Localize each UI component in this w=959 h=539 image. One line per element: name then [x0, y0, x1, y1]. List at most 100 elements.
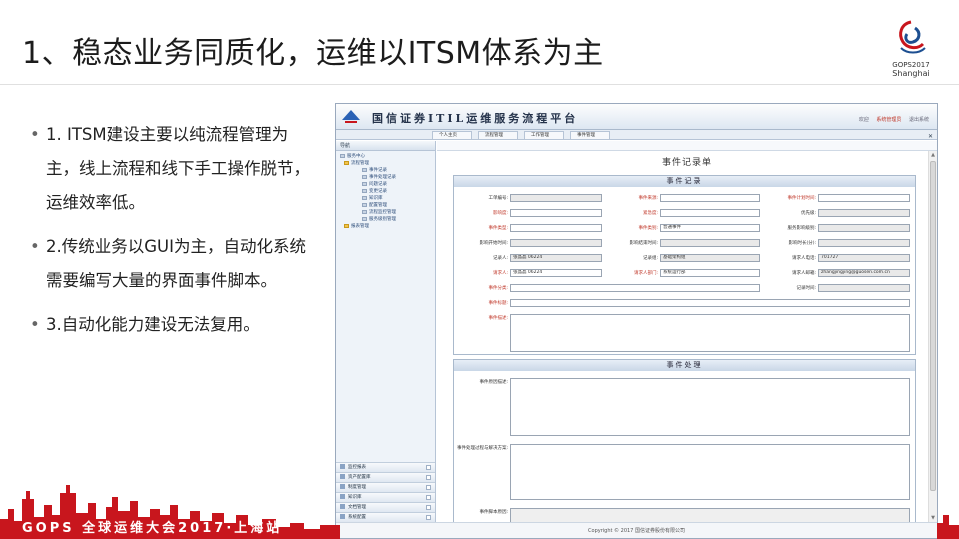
input-impact-end[interactable]	[660, 239, 760, 247]
side-menu-item[interactable]: 资产配置库	[336, 472, 435, 482]
sidebar-header: 导航	[336, 141, 435, 151]
label-classify: 事件分类:	[488, 286, 508, 291]
logout-link[interactable]: 退出系统	[909, 117, 929, 123]
gops-logo-icon	[899, 20, 926, 54]
tree-item[interactable]: 事件记录	[340, 167, 431, 174]
label-event-source: 事件来源:	[638, 196, 658, 201]
input-plan-time[interactable]	[818, 194, 910, 202]
bullet-text: 2.传统业务以GUI为主，自动化系统需要编写大量的界面事件脚本。	[46, 237, 306, 290]
label-impact: 影响度:	[492, 211, 508, 216]
input-event-title[interactable]	[510, 299, 910, 307]
input-urgency[interactable]	[660, 209, 760, 217]
textarea-solution[interactable]	[510, 444, 910, 500]
logo-text-year: GOPS2017	[892, 61, 930, 69]
tree-item[interactable]: 流程监控管理	[340, 209, 431, 216]
tree-item[interactable]: 流程管理	[340, 160, 431, 167]
bullet-text: 3.自动化能力建设无法复用。	[46, 315, 260, 334]
tree-item[interactable]: 知识库	[340, 195, 431, 202]
tree-item[interactable]: 服务级别管理	[340, 216, 431, 223]
side-menu-item[interactable]: 制度管理	[336, 482, 435, 492]
input-record-time[interactable]	[818, 284, 910, 292]
input-impact[interactable]	[510, 209, 602, 217]
side-menu-item[interactable]: 知识库	[336, 492, 435, 502]
label-root-cause: 事件原因描述:	[479, 380, 508, 385]
tab-work[interactable]: 工作管理	[524, 131, 564, 139]
tree-item[interactable]: 问题记录	[340, 181, 431, 188]
tab-process[interactable]: 流程管理	[478, 131, 518, 139]
input-priority[interactable]	[818, 209, 910, 217]
input-event-type[interactable]: 普通事件	[660, 224, 760, 232]
textarea-event-desc[interactable]	[510, 314, 910, 352]
gops-logo: GOPS2017 Shanghai	[880, 18, 942, 78]
tree-item[interactable]: 配置管理	[340, 202, 431, 209]
expand-icon	[426, 485, 431, 490]
scrollbar[interactable]: ▲ ▼	[928, 151, 937, 522]
label-req-dept: 请求人部门:	[633, 271, 658, 276]
input-impact-dur[interactable]	[818, 239, 910, 247]
input-impact-start[interactable]	[510, 239, 602, 247]
module-icon	[340, 484, 345, 489]
label-plan-time: 事件计划时间:	[787, 196, 816, 201]
scroll-up-icon[interactable]: ▲	[929, 151, 937, 159]
close-icon[interactable]: ✕	[928, 133, 933, 140]
input-req-mail[interactable]: zhangjingjing@guosen.com.cn	[818, 269, 910, 277]
scroll-thumb[interactable]	[930, 161, 936, 491]
expand-icon	[426, 465, 431, 470]
label-event-no: 工单编号:	[488, 196, 508, 201]
input-service[interactable]	[818, 224, 910, 232]
page-icon	[362, 216, 367, 221]
section-handle: 事件处理 事件原因描述: 事件处理过程与解决方案: 事件脚本原因:	[453, 359, 916, 529]
input-category[interactable]	[510, 224, 602, 232]
module-icon	[340, 514, 345, 519]
module-icon	[340, 474, 345, 479]
expand-icon	[426, 515, 431, 520]
tree-item[interactable]: 事件处理记录	[340, 174, 431, 181]
expand-icon	[426, 475, 431, 480]
input-group[interactable]: 基础架构组	[660, 254, 760, 262]
module-icon	[340, 464, 345, 469]
label-impact-start: 影响开始时间:	[479, 241, 508, 246]
input-event-no[interactable]	[510, 194, 602, 202]
label-solution: 事件处理过程与解决方案:	[456, 446, 508, 451]
bullet-item: • 2.传统业务以GUI为主，自动化系统需要编写大量的界面事件脚本。	[30, 230, 320, 298]
page-icon	[362, 188, 367, 193]
section-record: 事件记录 工单编号: 事件来源: 事件计划时间: 影响度: 紧急度: 优先级: …	[453, 175, 916, 355]
sidebar-bottom-menu: 监控报表 资产配置库 制度管理 知识库 文档管理 系统配置	[336, 462, 435, 522]
label-script: 事件脚本原因:	[479, 510, 508, 515]
label-priority: 优先级:	[800, 211, 816, 216]
page-icon	[362, 174, 367, 179]
form-title: 事件记录单	[661, 158, 712, 168]
app-user-info: 欢迎 系统管理员 退出系统	[853, 116, 929, 123]
app-body: 导航 服务中心 流程管理 事件记录 事件处理记录 问题记录 变更记录 知识库 配…	[336, 133, 937, 538]
tab-home[interactable]: 个人主页	[432, 131, 472, 139]
input-requester[interactable]: 张晶晶 06224	[510, 269, 602, 277]
folder-icon	[344, 160, 349, 165]
city-skyline-right-icon	[937, 515, 959, 539]
side-menu-item[interactable]: 文档管理	[336, 502, 435, 512]
tree-item[interactable]: 变更记录	[340, 188, 431, 195]
label-req-phone: 请求人电话:	[791, 256, 816, 261]
input-event-source[interactable]	[660, 194, 760, 202]
label-category: 事件类型:	[488, 226, 508, 231]
module-icon	[340, 494, 345, 499]
side-menu-item[interactable]: 系统配置	[336, 512, 435, 522]
label-impact-end: 影响结束时间:	[629, 241, 658, 246]
expand-icon	[426, 505, 431, 510]
page-icon	[362, 195, 367, 200]
section-handle-header: 事件处理	[454, 360, 915, 371]
main-toolbar	[437, 141, 937, 151]
expand-icon	[426, 495, 431, 500]
page-icon	[362, 209, 367, 214]
tree-item[interactable]: 服务中心	[340, 153, 431, 160]
tree-item[interactable]: 报表管理	[340, 223, 431, 230]
label-event-desc: 事件描述:	[488, 316, 508, 321]
input-req-dept[interactable]: 系统运行部	[660, 269, 760, 277]
tab-incident[interactable]: 事件管理	[570, 131, 610, 139]
input-classify[interactable]	[510, 284, 760, 292]
input-recorder[interactable]: 张晶晶 06224	[510, 254, 602, 262]
input-req-phone[interactable]: 701727	[818, 254, 910, 262]
textarea-root-cause[interactable]	[510, 378, 910, 436]
side-menu-item[interactable]: 监控报表	[336, 462, 435, 472]
scroll-down-icon[interactable]: ▼	[929, 514, 937, 522]
folder-icon	[344, 223, 349, 228]
